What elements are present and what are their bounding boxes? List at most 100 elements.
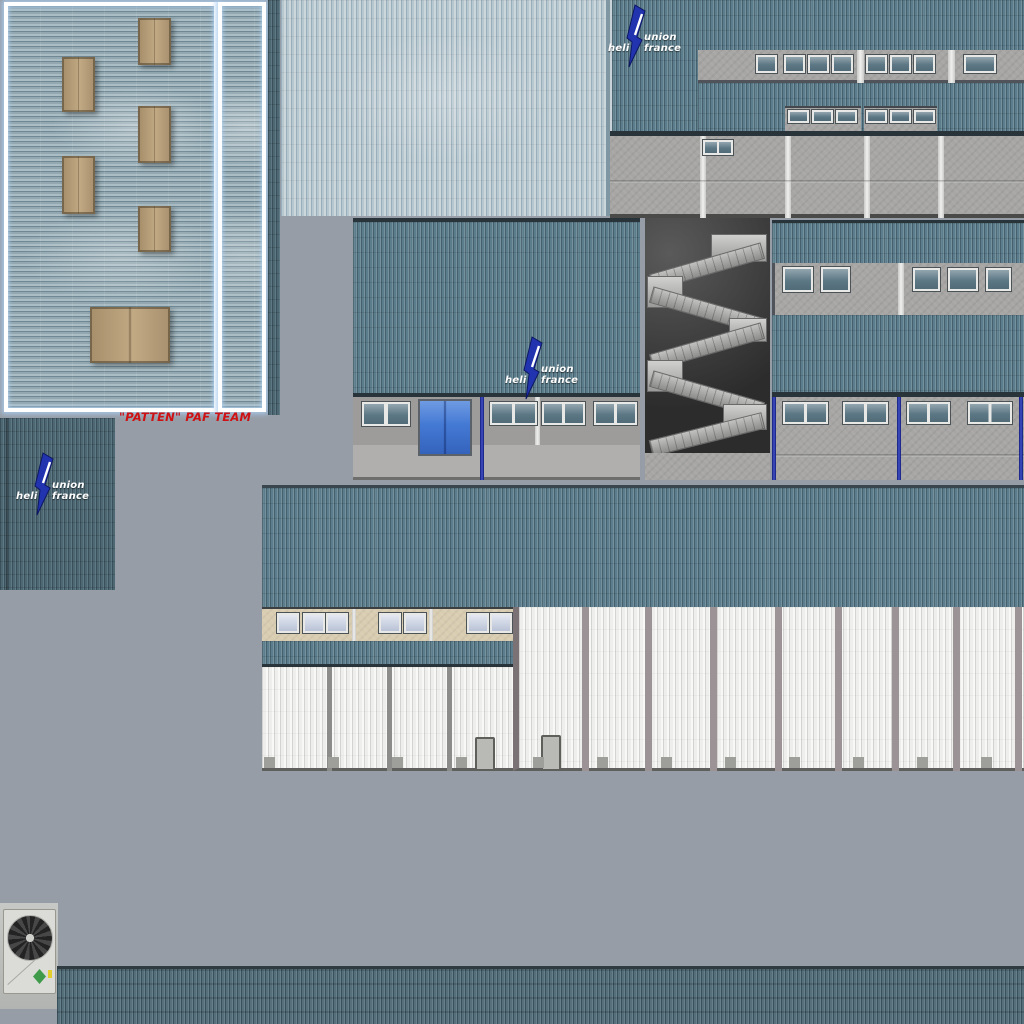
ac-unit: [3, 909, 56, 994]
logo-text-left: heli: [16, 491, 38, 502]
facade-window: [783, 402, 828, 424]
window-band: [772, 263, 1024, 315]
facade-window: [843, 402, 888, 424]
ac-panel-line: [7, 960, 34, 985]
clerestory-window-band: [698, 50, 1024, 83]
hangar-roof: [262, 485, 1024, 607]
roof-top-view-strip: [218, 2, 266, 412]
facade-window: [277, 613, 299, 633]
siding-bottom-strip: [57, 966, 1024, 1024]
facade-window: [968, 402, 1012, 424]
siding-narrow-strip: [268, 0, 280, 415]
fan-icon: [7, 915, 53, 961]
logo-text-left: heli: [505, 375, 527, 386]
logo-text-right: union france: [52, 480, 114, 502]
facade-window: [783, 267, 813, 292]
facade-window: [948, 268, 978, 291]
facade-window: [326, 613, 348, 633]
siding-light-panel: [281, 0, 610, 216]
pilaster: [785, 136, 791, 218]
pilaster: [938, 136, 944, 218]
drain-pipe: [480, 397, 484, 480]
logo-text-right: union france: [541, 364, 603, 386]
ac-yellow-sticker: [48, 970, 52, 978]
blue-double-door: [418, 399, 472, 456]
facade-window: [542, 402, 585, 425]
heli-union-france-logo: heli union france: [505, 336, 603, 400]
facade-window: [890, 110, 911, 123]
door-divider: [835, 607, 842, 771]
heli-union-france-logo: heli union france: [608, 4, 706, 68]
pilaster: [898, 263, 904, 315]
facade-window: [362, 402, 410, 426]
facade-window: [594, 402, 637, 425]
door-feet-row: [533, 757, 1024, 768]
roof-top-view-panel: [4, 2, 218, 412]
workshop-base-wall: [353, 397, 640, 480]
roof-hatch-crate: [138, 18, 171, 65]
ac-unit-column: [0, 903, 58, 1009]
pilaster: [864, 136, 870, 218]
team-credit-label: "PATTEN" PAF TEAM: [119, 410, 279, 428]
concrete-wall-lower: [772, 397, 1024, 480]
roof-band-large: [772, 315, 1024, 392]
logo-text-right: union france: [644, 32, 706, 54]
stair-flight: [649, 412, 766, 453]
roof-face-mid: [698, 83, 1024, 133]
facade-window: [821, 267, 850, 292]
roof-band: [772, 220, 1024, 263]
hangar-awning: [262, 641, 513, 667]
pilaster: [352, 609, 356, 643]
door-divider: [645, 607, 652, 771]
facade-window: [784, 55, 805, 73]
facade-window: [890, 55, 911, 73]
hangar-office-band: [262, 607, 513, 641]
concrete-wall-upper: [610, 136, 1024, 218]
door-divider: [710, 607, 717, 771]
facade-window: [303, 613, 325, 633]
facade-window: [788, 110, 809, 123]
facade-window: [907, 402, 950, 424]
pilaster: [429, 609, 433, 643]
facade-window: [490, 402, 537, 425]
roof-hatch-crate: [62, 156, 95, 214]
door-divider: [447, 667, 452, 771]
roof-hatch-crate: [138, 106, 171, 163]
facade-window: [490, 613, 512, 633]
facade-window: [808, 55, 829, 73]
ac-green-label: [33, 969, 46, 984]
facade-window: [812, 110, 833, 123]
hangar-doors-left: [262, 667, 513, 771]
facade-window: [914, 110, 935, 123]
facade-window: [467, 613, 489, 633]
facade-window: [964, 55, 996, 73]
facade-window: [913, 268, 940, 291]
facade-window: [836, 110, 857, 123]
stairwell-texture: [645, 218, 770, 453]
roof-hatch-crate: [62, 57, 95, 112]
facade-window: [986, 268, 1011, 291]
heli-union-france-logo: heli union france: [16, 452, 114, 516]
facade-window: [866, 55, 887, 73]
facade-window: [703, 140, 733, 155]
roof-face-top: [698, 0, 1024, 50]
door-divider: [892, 607, 899, 771]
drain-pipe: [897, 397, 901, 480]
door-divider: [387, 667, 392, 771]
hangar-doors-right: [513, 607, 1024, 771]
pilaster: [948, 50, 955, 83]
roof-hatch-double-crate: [90, 307, 170, 363]
door-feet-row: [264, 757, 511, 768]
door-divider: [953, 607, 960, 771]
facade-window: [404, 613, 426, 633]
drain-pipe: [772, 397, 776, 480]
facade-window: [756, 55, 777, 73]
facade-window: [914, 55, 935, 73]
door-divider: [327, 667, 332, 771]
door-divider: [582, 607, 589, 771]
logo-text-left: heli: [608, 43, 630, 54]
facade-window: [866, 110, 887, 123]
door-divider: [1015, 607, 1022, 771]
door-divider: [775, 607, 782, 771]
concrete-groove: [610, 180, 1024, 183]
